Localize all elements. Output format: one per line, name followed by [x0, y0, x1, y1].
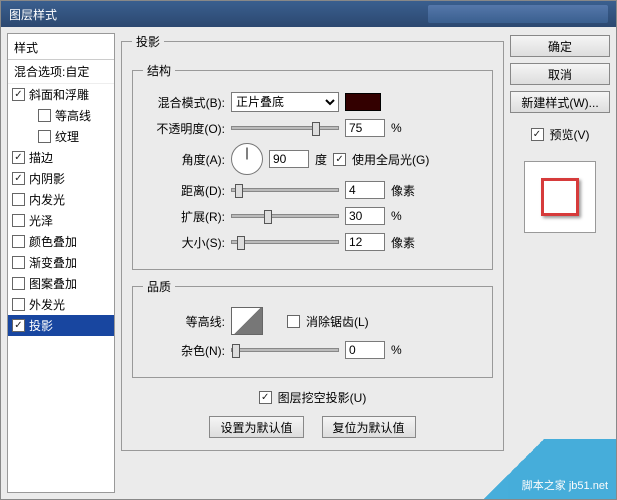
size-slider[interactable]: [231, 240, 339, 244]
style-label: 纹理: [55, 128, 79, 145]
preview-label: 预览(V): [550, 126, 590, 143]
style-checkbox[interactable]: [12, 256, 25, 269]
style-label: 光泽: [29, 212, 53, 229]
style-checkbox[interactable]: ✓: [12, 319, 25, 332]
style-checkbox[interactable]: [38, 130, 51, 143]
style-item[interactable]: 颜色叠加: [8, 231, 114, 252]
angle-input[interactable]: [269, 150, 309, 168]
antialias-checkbox[interactable]: [287, 315, 300, 328]
style-item[interactable]: ✓ 描边: [8, 147, 114, 168]
cancel-button[interactable]: 取消: [510, 63, 610, 85]
angle-label: 角度(A):: [143, 151, 225, 168]
style-item[interactable]: 外发光: [8, 294, 114, 315]
size-input[interactable]: [345, 233, 385, 251]
angle-dial[interactable]: [231, 143, 263, 175]
size-label: 大小(S):: [143, 234, 225, 251]
reset-default-button[interactable]: 复位为默认值: [322, 416, 416, 438]
style-checkbox[interactable]: [12, 298, 25, 311]
style-label: 内阴影: [29, 170, 65, 187]
global-light-label: 使用全局光(G): [352, 151, 429, 168]
structure-title: 结构: [143, 62, 175, 79]
knockout-checkbox[interactable]: ✓: [259, 391, 272, 404]
style-label: 外发光: [29, 296, 65, 313]
style-item[interactable]: 内发光: [8, 189, 114, 210]
style-label: 投影: [29, 317, 53, 334]
style-label: 描边: [29, 149, 53, 166]
style-item[interactable]: 光泽: [8, 210, 114, 231]
style-checkbox[interactable]: ✓: [12, 151, 25, 164]
make-default-button[interactable]: 设置为默认值: [209, 416, 303, 438]
spread-slider[interactable]: [231, 214, 339, 218]
pixel-unit: 像素: [391, 182, 417, 199]
structure-group: 结构 混合模式(B): 正片叠底 不透明度(O): %: [132, 62, 493, 270]
antialias-label: 消除锯齿(L): [306, 313, 369, 330]
style-item[interactable]: 等高线: [8, 105, 114, 126]
opacity-label: 不透明度(O):: [143, 120, 225, 137]
window-title: 图层样式: [9, 6, 57, 23]
style-checkbox[interactable]: [12, 214, 25, 227]
quality-group: 品质 等高线: 消除锯齿(L) 杂色(N): %: [132, 278, 493, 378]
style-item[interactable]: 纹理: [8, 126, 114, 147]
preview-box: [524, 161, 596, 233]
contour-picker[interactable]: [231, 307, 263, 335]
style-item[interactable]: 渐变叠加: [8, 252, 114, 273]
spread-label: 扩展(R):: [143, 208, 225, 225]
style-checkbox[interactable]: ✓: [12, 88, 25, 101]
preview-swatch: [541, 178, 579, 216]
distance-input[interactable]: [345, 181, 385, 199]
style-item[interactable]: ✓ 投影: [8, 315, 114, 336]
panel-title: 投影: [132, 33, 164, 50]
window-controls[interactable]: [428, 5, 608, 23]
style-checkbox[interactable]: [38, 109, 51, 122]
pixel-unit: 像素: [391, 234, 417, 251]
dialog-buttons: 确定 取消 新建样式(W)... ✓ 预览(V): [510, 33, 610, 493]
style-label: 等高线: [55, 107, 91, 124]
style-label: 渐变叠加: [29, 254, 77, 271]
style-label: 内发光: [29, 191, 65, 208]
knockout-label: 图层挖空投影(U): [278, 389, 367, 406]
new-style-button[interactable]: 新建样式(W)...: [510, 91, 610, 113]
opacity-input[interactable]: [345, 119, 385, 137]
styles-list: 样式 混合选项:自定 ✓ 斜面和浮雕等高线纹理 ✓ 描边 ✓ 内阴影内发光光泽颜色叠加渐变…: [7, 33, 115, 493]
opacity-slider[interactable]: [231, 126, 339, 130]
style-checkbox[interactable]: [12, 235, 25, 248]
angle-unit: 度: [315, 151, 327, 168]
style-label: 图案叠加: [29, 275, 77, 292]
blend-mode-select[interactable]: 正片叠底: [231, 92, 339, 112]
global-light-checkbox[interactable]: ✓: [333, 153, 346, 166]
preview-checkbox[interactable]: ✓: [531, 128, 544, 141]
distance-slider[interactable]: [231, 188, 339, 192]
style-item[interactable]: ✓ 内阴影: [8, 168, 114, 189]
style-label: 斜面和浮雕: [29, 86, 89, 103]
percent-unit: %: [391, 121, 417, 135]
shadow-color-swatch[interactable]: [345, 93, 381, 111]
effect-panel: 投影 结构 混合模式(B): 正片叠底 不透明度(O): %: [121, 33, 504, 493]
quality-title: 品质: [143, 278, 175, 295]
style-label: 颜色叠加: [29, 233, 77, 250]
noise-slider[interactable]: [231, 348, 339, 352]
blend-mode-label: 混合模式(B):: [143, 94, 225, 111]
style-checkbox[interactable]: [12, 277, 25, 290]
blend-options[interactable]: 混合选项:自定: [8, 60, 114, 84]
style-item[interactable]: ✓ 斜面和浮雕: [8, 84, 114, 105]
styles-header[interactable]: 样式: [8, 36, 114, 60]
percent-unit: %: [391, 343, 417, 357]
noise-label: 杂色(N):: [143, 342, 225, 359]
noise-input[interactable]: [345, 341, 385, 359]
titlebar: 图层样式: [1, 1, 616, 27]
distance-label: 距离(D):: [143, 182, 225, 199]
spread-input[interactable]: [345, 207, 385, 225]
contour-label: 等高线:: [143, 313, 225, 330]
style-checkbox[interactable]: [12, 193, 25, 206]
layer-style-dialog: 图层样式 样式 混合选项:自定 ✓ 斜面和浮雕等高线纹理 ✓ 描边 ✓ 内阴影内发光光泽颜…: [0, 0, 617, 500]
style-checkbox[interactable]: ✓: [12, 172, 25, 185]
percent-unit: %: [391, 209, 417, 223]
ok-button[interactable]: 确定: [510, 35, 610, 57]
drop-shadow-group: 投影 结构 混合模式(B): 正片叠底 不透明度(O): %: [121, 33, 504, 451]
style-item[interactable]: 图案叠加: [8, 273, 114, 294]
